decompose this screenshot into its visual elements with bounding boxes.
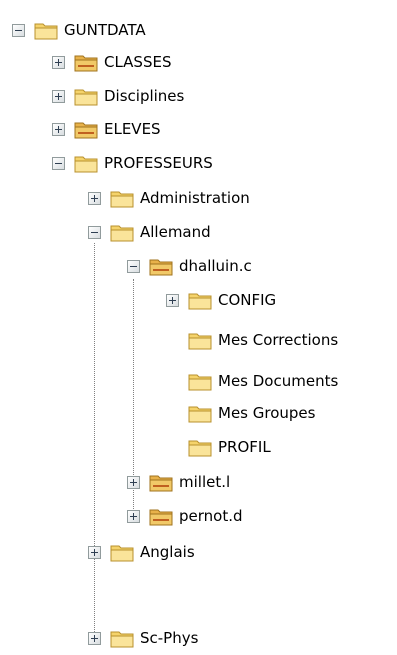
tree-node-disciplines[interactable]: Disciplines: [52, 83, 184, 109]
expand-toggle-icon[interactable]: [166, 293, 179, 307]
tree-node-allemand[interactable]: Allemand: [88, 219, 211, 245]
folder-icon: [110, 542, 134, 562]
tree-label: Anglais: [140, 543, 195, 561]
tree-node-pernot[interactable]: pernot.d: [127, 503, 243, 529]
tree-node-professeurs[interactable]: PROFESSEURS: [52, 150, 213, 176]
collapse-toggle-icon[interactable]: [12, 23, 25, 37]
tree-label: PROFIL: [218, 438, 271, 456]
folder-icon: [34, 20, 58, 40]
folder-icon: [74, 86, 98, 106]
tree-node-dhalluin[interactable]: dhalluin.c: [127, 253, 252, 279]
tree-node-classes[interactable]: CLASSES: [52, 49, 171, 75]
expand-toggle-icon[interactable]: [88, 631, 101, 645]
tree-label: Administration: [140, 189, 250, 207]
tree-label: dhalluin.c: [179, 257, 252, 275]
collapse-toggle-icon[interactable]: [88, 225, 101, 239]
tree-node-millet[interactable]: millet.l: [127, 469, 230, 495]
folder-icon: [110, 188, 134, 208]
folder-icon: [188, 290, 212, 310]
tree-label: PROFESSEURS: [104, 154, 213, 172]
tree-label: Sc-Phys: [140, 629, 199, 647]
folder-icon: [110, 222, 134, 242]
tree-node-profil[interactable]: PROFIL: [166, 434, 271, 460]
shared-folder-icon: [74, 52, 98, 72]
collapse-toggle-icon[interactable]: [52, 156, 65, 170]
expand-toggle-icon[interactable]: [52, 122, 65, 136]
expand-toggle-icon[interactable]: [127, 475, 140, 489]
tree-node-mes-groupes[interactable]: Mes Groupes: [166, 400, 315, 426]
expand-toggle-icon[interactable]: [88, 191, 101, 205]
folder-icon: [110, 628, 134, 648]
tree-line-professeurs: [94, 243, 95, 638]
tree-label: CONFIG: [218, 291, 277, 309]
expand-toggle-icon[interactable]: [52, 89, 65, 103]
shared-folder-icon: [149, 472, 173, 492]
tree-label: GUNTDATA: [64, 21, 146, 39]
folder-icon: [188, 371, 212, 391]
tree-node-sc-phys[interactable]: Sc-Phys: [88, 625, 198, 651]
tree-node-eleves[interactable]: ELEVES: [52, 116, 161, 142]
folder-icon: [188, 403, 212, 423]
tree-node-administration[interactable]: Administration: [88, 185, 250, 211]
tree-node-mes-corrections[interactable]: Mes Corrections: [166, 327, 338, 353]
tree-label: Mes Documents: [218, 372, 339, 390]
tree-label: ELEVES: [104, 120, 161, 138]
tree-node-mes-documents[interactable]: Mes Documents: [166, 368, 338, 394]
tree-node-anglais[interactable]: Anglais: [88, 539, 195, 565]
tree-label: Mes Corrections: [218, 331, 339, 349]
expand-toggle-icon[interactable]: [88, 545, 101, 559]
tree-label: CLASSES: [104, 53, 172, 71]
expand-toggle-icon[interactable]: [127, 509, 140, 523]
expand-toggle-icon[interactable]: [52, 55, 65, 69]
folder-icon: [74, 153, 98, 173]
folder-icon: [188, 437, 212, 457]
shared-folder-icon: [149, 256, 173, 276]
tree-label: Allemand: [140, 223, 211, 241]
tree-label: millet.l: [179, 473, 231, 491]
shared-folder-icon: [74, 119, 98, 139]
tree-label: Mes Groupes: [218, 404, 316, 422]
tree-node-config[interactable]: CONFIG: [166, 287, 276, 313]
tree-node-guntdata[interactable]: GUNTDATA: [12, 17, 146, 43]
shared-folder-icon: [149, 506, 173, 526]
tree-label: Disciplines: [104, 87, 185, 105]
folder-icon: [188, 330, 212, 350]
collapse-toggle-icon[interactable]: [127, 259, 140, 273]
tree-label: pernot.d: [179, 507, 243, 525]
